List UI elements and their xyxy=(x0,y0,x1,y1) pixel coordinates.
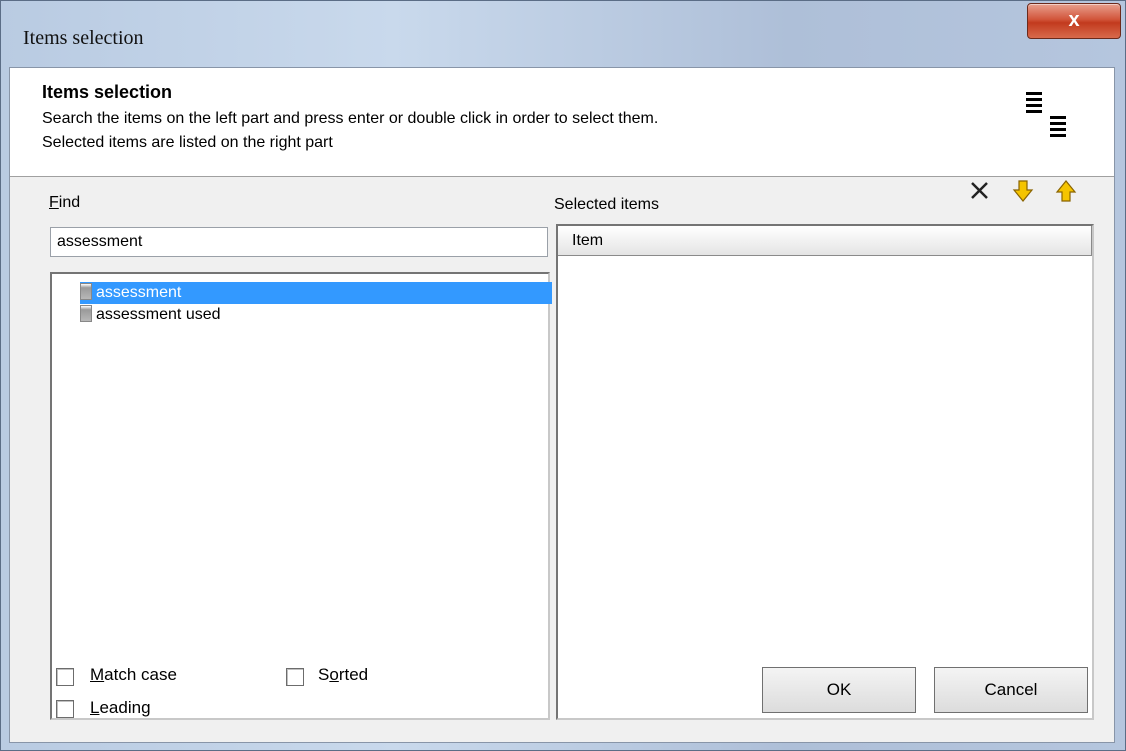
header-description-line1: Search the items on the left part and pr… xyxy=(42,110,659,127)
tree-item-assessment[interactable]: assessment xyxy=(80,282,552,304)
sorted-label: Sorted xyxy=(318,665,369,684)
dialog-window: Items selection x Items selection Search… xyxy=(0,0,1126,751)
close-icon: x xyxy=(1068,9,1080,31)
item-icon xyxy=(80,305,92,322)
match-case-checkbox[interactable] xyxy=(56,668,74,686)
cancel-button[interactable]: Cancel xyxy=(934,667,1088,713)
list-columns-icon xyxy=(1026,92,1066,137)
move-down-icon[interactable] xyxy=(1010,178,1036,204)
leading-label: Leading xyxy=(90,698,151,717)
column-header-item[interactable]: Item xyxy=(558,226,1092,256)
find-input[interactable] xyxy=(50,227,548,257)
delete-icon[interactable] xyxy=(967,178,993,204)
selected-items-label: Selected items xyxy=(554,196,659,213)
search-results-tree[interactable]: assessment assessment used xyxy=(50,272,552,720)
window-title: Items selection xyxy=(23,27,144,49)
selected-items-list[interactable]: Item xyxy=(556,224,1094,720)
ok-button[interactable]: OK xyxy=(762,667,916,713)
dialog-client: Items selection Search the items on the … xyxy=(9,67,1115,743)
match-case-label: Match case xyxy=(90,665,177,684)
dialog-header: Items selection Search the items on the … xyxy=(10,68,1114,177)
header-title: Items selection xyxy=(42,82,173,102)
tree-item-assessment-used[interactable]: assessment used xyxy=(80,304,227,326)
close-button[interactable]: x xyxy=(1027,3,1121,39)
leading-checkbox[interactable] xyxy=(56,700,74,718)
sorted-checkbox[interactable] xyxy=(286,668,304,686)
item-icon xyxy=(80,283,92,300)
title-bar[interactable]: Items selection x xyxy=(1,1,1125,65)
header-description-line2: Selected items are listed on the right p… xyxy=(42,134,333,151)
move-up-icon[interactable] xyxy=(1053,178,1079,204)
find-label: Find xyxy=(49,194,81,211)
